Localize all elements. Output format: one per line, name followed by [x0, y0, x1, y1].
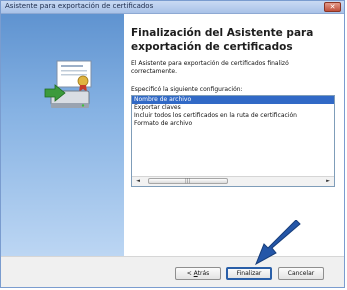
certificate-export-icon	[44, 60, 92, 108]
list-item[interactable]: Incluir todos los certificados en la rut…	[132, 112, 334, 120]
list-item[interactable]: Formato de archivo	[132, 120, 334, 128]
window-title: Asistente para exportación de certificad…	[5, 2, 154, 10]
scroll-right-icon[interactable]: ►	[323, 178, 333, 185]
scroll-left-icon[interactable]: ◄	[133, 178, 143, 185]
wizard-side-panel	[1, 14, 124, 256]
finish-button[interactable]: Finalizar	[226, 267, 272, 280]
completion-message: El Asistente para exportación de certifi…	[131, 60, 289, 75]
back-button-prefix: <	[186, 270, 194, 277]
close-button[interactable]: ✕	[324, 2, 341, 12]
cancel-button[interactable]: Cancelar	[278, 267, 324, 280]
scrollbar-thumb[interactable]: |||	[148, 178, 228, 184]
wizard-window: Asistente para exportación de certificad…	[0, 0, 345, 288]
list-item[interactable]: Nombre de archivo	[132, 96, 334, 104]
settings-label: Especificó la siguiente configuración:	[131, 86, 243, 93]
settings-listbox[interactable]: Nombre de archivo Exportar claves Inclui…	[131, 95, 335, 187]
button-bar: < Atrás Finalizar Cancelar	[1, 257, 344, 287]
horizontal-scrollbar[interactable]: ◄ ||| ►	[132, 176, 334, 186]
back-button[interactable]: < Atrás	[175, 267, 221, 280]
list-item[interactable]: Exportar claves	[132, 104, 334, 112]
wizard-content: Finalización del Asistente para exportac…	[124, 14, 344, 256]
title-bar[interactable]: Asistente para exportación de certificad…	[1, 1, 344, 14]
back-button-label: trás	[197, 270, 210, 277]
grip-icon: |||	[185, 178, 191, 184]
page-title: Finalización del Asistente para exportac…	[131, 27, 314, 53]
